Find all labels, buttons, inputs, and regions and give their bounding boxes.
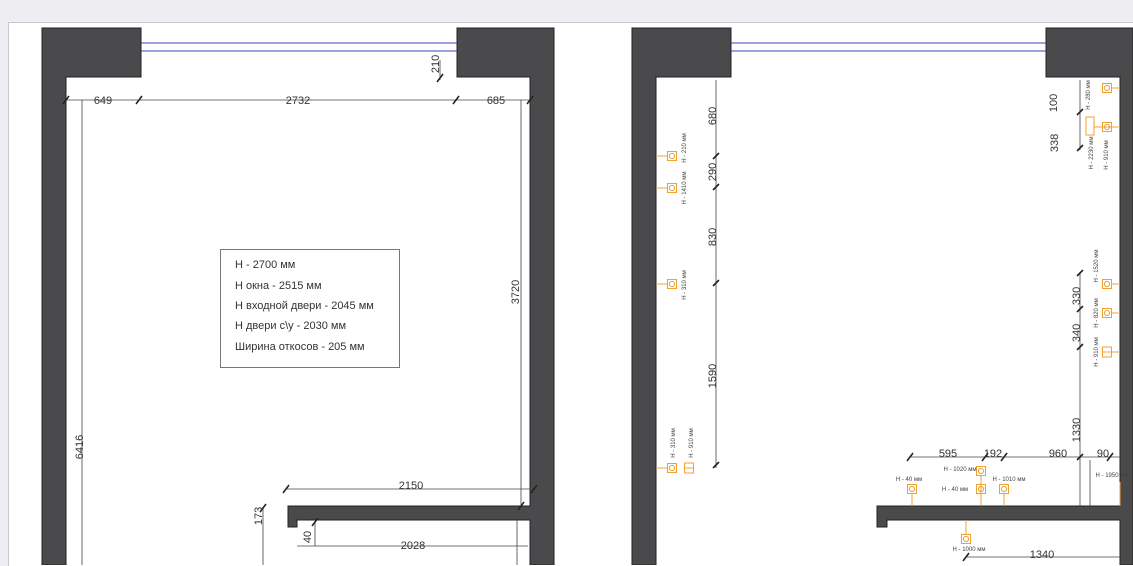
legend-window-height: H окна - 2515 мм [235,280,322,292]
label-h310-a: H - 310 мм [682,270,688,300]
label-h1000: H - 1000 мм [953,547,986,553]
legend-ceiling-height: H - 2700 мм [235,259,296,271]
label-h40-b: H - 40 мм [942,487,968,493]
label-h1520: H - 1520 мм [1094,250,1100,283]
dim-330: 330 [1071,287,1083,305]
right-plan: 680 290 830 1590 100 338 330 340 1330 59… [631,27,1133,565]
dim-173: 173 [253,507,265,525]
dim-210: 210 [430,55,442,73]
dim-830: 830 [707,228,719,246]
label-h910-c: H - 910 мм [1094,337,1100,367]
dim-2150: 2150 [399,480,423,492]
dim-290: 290 [707,163,719,181]
label-h1950: H - 1950 мм [1096,473,1129,479]
dim-192: 192 [984,448,1002,460]
legend-bathroom-door-height: H двери с\у - 2030 мм [235,320,347,332]
floor-plan-drawing: 649 2732 685 210 3720 6416 2150 173 40 2… [41,27,1133,565]
dim-338: 338 [1049,134,1061,152]
label-h40-a: H - 40 мм [896,477,922,483]
dim-2732: 2732 [286,95,310,107]
label-h2230: H - 2230 мм [1089,137,1095,170]
dim-90: 90 [1097,448,1109,460]
label-h210: H - 210 мм [682,133,688,163]
label-h910-b: H - 910 мм [1104,140,1110,170]
dim-649: 649 [94,95,112,107]
dim-680: 680 [707,107,719,125]
specifications-legend: H - 2700 мм H окна - 2515 мм H входной д… [220,249,400,368]
dim-595: 595 [939,448,957,460]
legend-reveal-width: Ширина откосов - 205 мм [235,341,365,353]
label-h1020: H - 1020 мм [944,467,977,473]
dim-1590: 1590 [707,364,719,388]
dim-685: 685 [487,95,505,107]
dim-1330: 1330 [1071,418,1083,442]
dim-100: 100 [1048,94,1060,112]
label-h820: H - 820 мм [1094,298,1100,328]
label-h1410: H - 1410 мм [682,172,688,205]
dim-1340: 1340 [1030,549,1054,561]
dim-340: 340 [1071,324,1083,342]
label-h310-b: H - 310 мм [671,428,677,458]
dim-3720: 3720 [510,280,522,304]
dim-960: 960 [1049,448,1067,460]
dim-2028: 2028 [401,540,425,552]
label-h910-a: H - 910 мм [689,428,695,458]
label-h280: H - 280 мм [1086,80,1092,110]
label-h1010: H - 1010 мм [993,477,1026,483]
dim-40: 40 [302,531,314,543]
legend-entrance-door-height: H входной двери - 2045 мм [235,300,374,312]
dim-6416: 6416 [74,435,86,459]
